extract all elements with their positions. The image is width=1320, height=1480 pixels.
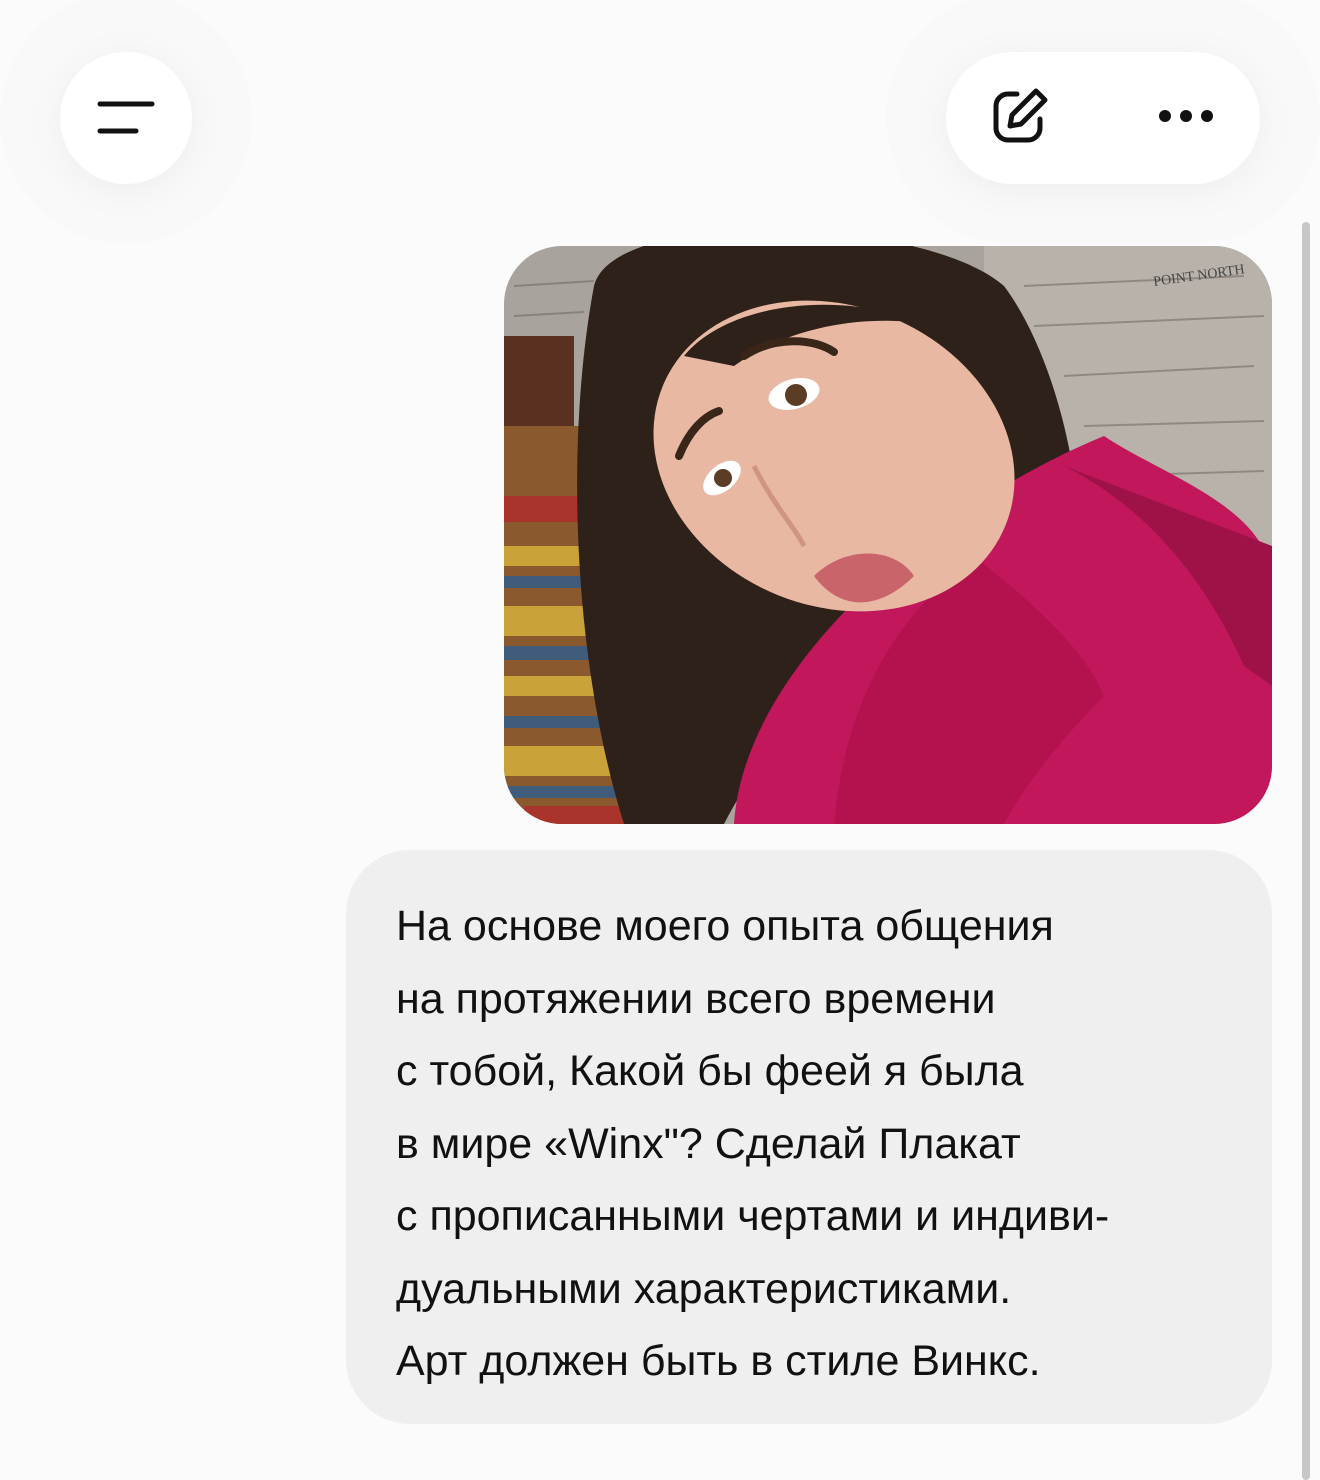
message-line: Арт должен быть в стиле Винкс.	[396, 1337, 1041, 1385]
message-line: с тобой, Какой бы феей я была	[396, 1047, 1024, 1095]
more-options-button[interactable]	[1142, 74, 1230, 162]
user-message-bubble[interactable]: На основе моего опыта общения на протяже…	[346, 850, 1272, 1424]
message-line: На основе моего опыта общения	[396, 902, 1054, 950]
message-line: на протяжении всего времени	[396, 974, 996, 1023]
message-line: в мире «Winx"? Сделай Плакат	[396, 1119, 1021, 1168]
message-line: с прописанными чертами и индиви-	[396, 1192, 1110, 1240]
message-line: дуальными характеристиками.	[396, 1264, 1012, 1313]
scrollbar[interactable]	[1302, 222, 1310, 1480]
menu-button[interactable]	[60, 52, 192, 184]
new-chat-button[interactable]	[976, 74, 1064, 162]
user-selfie-photo[interactable]: POINT NORTH	[504, 246, 1272, 824]
header-actions	[946, 52, 1260, 184]
menu-icon	[96, 98, 156, 138]
edit-icon	[990, 86, 1050, 151]
more-horizontal-icon	[1156, 108, 1216, 129]
